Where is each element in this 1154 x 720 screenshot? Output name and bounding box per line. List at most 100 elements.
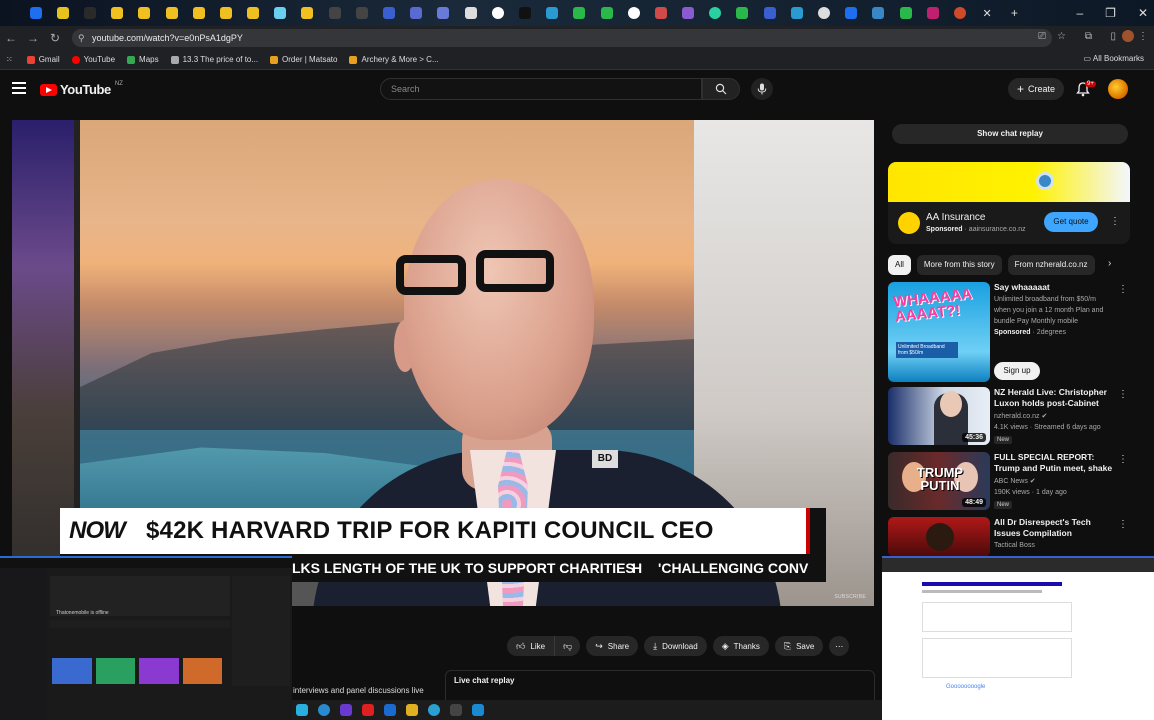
tab[interactable] xyxy=(49,0,76,26)
tab[interactable] xyxy=(267,0,294,26)
more-icon[interactable]: ⋮ xyxy=(1118,389,1128,400)
tab[interactable] xyxy=(403,0,430,26)
recommendation-item[interactable]: All Dr Disrespect's Tech Issues Compilat… xyxy=(888,517,1128,557)
tab[interactable] xyxy=(593,0,620,26)
bookmark-maps[interactable]: Maps xyxy=(127,55,159,64)
tab[interactable] xyxy=(919,0,946,26)
tab[interactable] xyxy=(348,0,375,26)
tab[interactable] xyxy=(946,0,973,26)
sign-up-button[interactable]: Sign up xyxy=(994,362,1040,380)
bookmark-youtube[interactable]: YouTube xyxy=(71,55,115,64)
tab[interactable] xyxy=(321,0,348,26)
tab[interactable] xyxy=(729,0,756,26)
show-chat-replay-button[interactable]: Show chat replay xyxy=(892,124,1128,144)
tab[interactable] xyxy=(702,0,729,26)
back-icon[interactable]: ← xyxy=(0,31,22,45)
subscribe-watermark[interactable]: SUBSCRIBE xyxy=(834,594,866,600)
tab[interactable] xyxy=(294,0,321,26)
tab[interactable] xyxy=(212,0,239,26)
taskbar-app-icon[interactable] xyxy=(318,704,330,716)
share-button[interactable]: ↪ Share xyxy=(586,636,639,656)
tab[interactable] xyxy=(104,0,131,26)
dislike-button[interactable]: 👎︎ xyxy=(555,636,581,656)
more-icon[interactable]: ⋮ xyxy=(1118,454,1128,465)
download-button[interactable]: ⤓ Download xyxy=(644,636,707,656)
close-window-icon[interactable]: ✕ xyxy=(1138,6,1148,20)
taskbar-app-icon[interactable] xyxy=(428,704,440,716)
chip-from-nzherald[interactable]: From nzherald.co.nz xyxy=(1007,255,1095,275)
cast-icon[interactable]: ⎚ xyxy=(1038,31,1046,42)
create-button[interactable]: + Create xyxy=(1008,78,1064,100)
tab[interactable] xyxy=(865,0,892,26)
menu-kebab-icon[interactable]: ⋮ xyxy=(1138,31,1148,42)
menu-icon[interactable] xyxy=(12,82,26,94)
more-actions-button[interactable]: ⋯ xyxy=(829,636,850,656)
save-button[interactable]: ⎘ Save xyxy=(774,636,824,656)
apps-grid-icon[interactable]: ⁙ xyxy=(6,55,13,64)
thanks-button[interactable]: ◈ Thanks xyxy=(712,636,769,656)
tab[interactable] xyxy=(131,0,158,26)
youtube-logo[interactable]: YouTube NZ xyxy=(40,81,123,97)
taskbar-app-icon[interactable] xyxy=(384,704,396,716)
chevron-right-icon[interactable]: › xyxy=(1108,258,1111,269)
forward-icon[interactable]: → xyxy=(22,31,44,45)
chip-more-from-story[interactable]: More from this story xyxy=(916,255,1002,275)
tab[interactable] xyxy=(76,0,103,26)
close-tab-icon[interactable]: ✕ xyxy=(974,0,1001,26)
profile-avatar[interactable] xyxy=(1122,30,1134,42)
tab[interactable] xyxy=(240,0,267,26)
tab[interactable] xyxy=(430,0,457,26)
ad-card[interactable]: AA Insurance Sponsored · aainsurance.co.… xyxy=(888,162,1130,244)
extensions-icon[interactable]: ⧉ xyxy=(1085,31,1092,42)
tab[interactable] xyxy=(566,0,593,26)
bookmark-price[interactable]: 13.3 The price of to... xyxy=(170,55,258,64)
taskbar-app-icon[interactable] xyxy=(472,704,484,716)
recommendation-item[interactable]: 45:36 NZ Herald Live: Christopher Luxon … xyxy=(888,387,1128,445)
tab[interactable] xyxy=(539,0,566,26)
tab[interactable] xyxy=(892,0,919,26)
bookmark-star-icon[interactable]: ☆ xyxy=(1057,31,1066,42)
taskbar-app-icon[interactable] xyxy=(450,704,462,716)
tab[interactable] xyxy=(620,0,647,26)
taskbar-app-icon[interactable] xyxy=(340,704,352,716)
tab[interactable] xyxy=(22,0,49,26)
tab[interactable] xyxy=(457,0,484,26)
minimize-icon[interactable]: – xyxy=(1076,6,1083,20)
tab[interactable] xyxy=(756,0,783,26)
voice-search-button[interactable] xyxy=(751,78,773,100)
tab[interactable] xyxy=(783,0,810,26)
tab[interactable] xyxy=(185,0,212,26)
more-icon[interactable]: ⋮ xyxy=(1118,519,1128,530)
account-avatar[interactable] xyxy=(1108,79,1128,99)
url-field[interactable]: ⚲ youtube.com/watch?v=e0nPsA1dgPY xyxy=(72,29,1052,47)
tab[interactable] xyxy=(838,0,865,26)
taskbar-app-icon[interactable] xyxy=(362,704,374,716)
like-button[interactable]: 👍︎ Like xyxy=(507,636,556,656)
tab[interactable] xyxy=(375,0,402,26)
ad-more-icon[interactable]: ⋮ xyxy=(1110,216,1120,227)
bookmark-matsato[interactable]: Order | Matsato xyxy=(270,55,337,64)
more-icon[interactable]: ⋮ xyxy=(1118,284,1128,295)
maximize-icon[interactable]: ❐ xyxy=(1105,6,1116,20)
tab[interactable] xyxy=(810,0,837,26)
reload-icon[interactable]: ↻ xyxy=(44,31,66,45)
get-quote-button[interactable]: Get quote xyxy=(1044,212,1098,232)
taskbar-app-icon[interactable] xyxy=(406,704,418,716)
video-player[interactable]: BD NOW $42K HARVARD TRIP FOR KAPITI COUN… xyxy=(12,120,874,606)
tab[interactable] xyxy=(484,0,511,26)
tab[interactable] xyxy=(647,0,674,26)
side-panel-icon[interactable]: ▯ xyxy=(1110,31,1116,42)
new-tab-icon[interactable]: + xyxy=(1001,0,1028,26)
taskbar-app-icon[interactable] xyxy=(296,704,308,716)
tab[interactable] xyxy=(511,0,538,26)
search-input[interactable]: Search xyxy=(380,78,702,100)
tab[interactable] xyxy=(158,0,185,26)
all-bookmarks[interactable]: ▭ All Bookmarks xyxy=(1084,54,1144,63)
bookmark-gmail[interactable]: Gmail xyxy=(26,55,60,64)
chip-all[interactable]: All xyxy=(888,255,911,275)
search-button[interactable] xyxy=(702,78,740,100)
recommendation-item[interactable]: WHAAAAA AAAAT?! Unlimited Broadband from… xyxy=(888,282,1128,382)
site-info-icon[interactable]: ⚲ xyxy=(78,29,85,47)
bookmark-archery[interactable]: Archery & More > C... xyxy=(349,55,439,64)
recommendation-item[interactable]: TRUMP PUTIN 48:49 FULL SPECIAL REPORT: T… xyxy=(888,452,1128,510)
